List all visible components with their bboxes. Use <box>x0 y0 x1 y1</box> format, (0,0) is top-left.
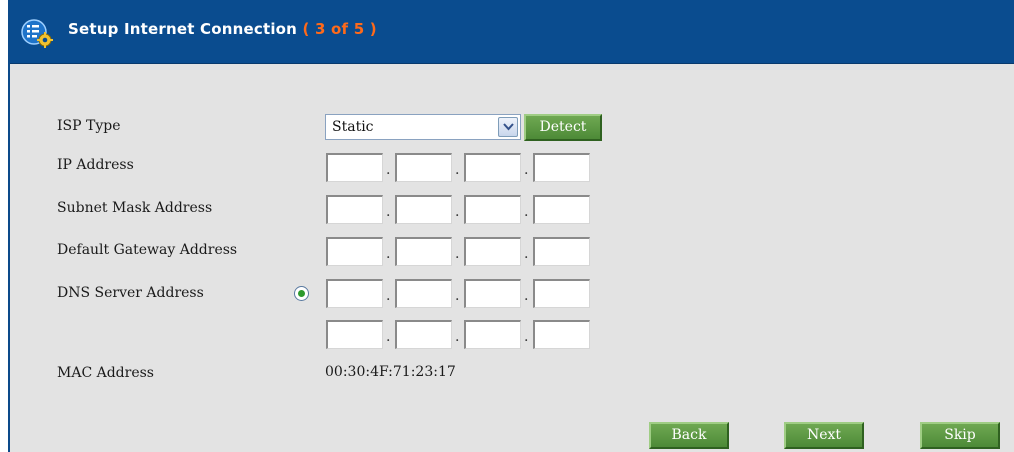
subnet-mask-octet-2[interactable] <box>395 195 452 224</box>
dns-primary-octet-4[interactable] <box>533 279 590 308</box>
octet-separator: . <box>386 204 391 220</box>
ip-address-octet-2[interactable] <box>395 153 452 182</box>
mac-address-label: MAC Address <box>57 365 154 381</box>
octet-separator: . <box>524 288 529 304</box>
subnet-mask-octet-4[interactable] <box>533 195 590 224</box>
octet-separator: . <box>524 204 529 220</box>
dns-secondary-octet-1[interactable] <box>326 320 383 349</box>
dns-manual-radio[interactable] <box>294 286 309 301</box>
dns-primary-octet-3[interactable] <box>464 279 521 308</box>
dns-secondary-octet-2[interactable] <box>395 320 452 349</box>
ip-address-octet-3[interactable] <box>464 153 521 182</box>
octet-separator: . <box>455 288 460 304</box>
octet-separator: . <box>386 246 391 262</box>
setup-wizard: Setup Internet Connection ( 3 of 5 ) ISP… <box>8 0 1014 452</box>
subnet-mask-label: Subnet Mask Address <box>57 200 213 216</box>
octet-separator: . <box>455 162 460 178</box>
dns-server-label: DNS Server Address <box>57 285 204 301</box>
dns-primary-octet-2[interactable] <box>395 279 452 308</box>
octet-separator: . <box>455 329 460 345</box>
wizard-header: Setup Internet Connection ( 3 of 5 ) <box>10 0 1014 64</box>
octet-separator: . <box>386 162 391 178</box>
octet-separator: . <box>455 246 460 262</box>
isp-type-selected-value: Static <box>332 119 374 135</box>
dns-secondary-octet-3[interactable] <box>464 320 521 349</box>
default-gateway-octet-4[interactable] <box>533 237 590 266</box>
isp-type-label: ISP Type <box>57 118 121 134</box>
ip-address-label: IP Address <box>57 157 134 173</box>
default-gateway-octet-1[interactable] <box>326 237 383 266</box>
wizard-title-text: Setup Internet Connection <box>68 20 298 38</box>
back-button[interactable]: Back <box>649 422 729 449</box>
next-button[interactable]: Next <box>784 422 864 449</box>
octet-separator: . <box>524 162 529 178</box>
wizard-step-indicator: ( 3 of 5 ) <box>302 20 377 38</box>
mac-address-value: 00:30:4F:71:23:17 <box>325 364 456 380</box>
octet-separator: . <box>386 329 391 345</box>
dns-secondary-octet-4[interactable] <box>533 320 590 349</box>
subnet-mask-octet-3[interactable] <box>464 195 521 224</box>
network-settings-icon <box>20 19 53 48</box>
chevron-down-icon[interactable] <box>498 117 518 137</box>
dns-primary-octet-1[interactable] <box>326 279 383 308</box>
default-gateway-label: Default Gateway Address <box>57 242 238 258</box>
octet-separator: . <box>524 329 529 345</box>
octet-separator: . <box>524 246 529 262</box>
ip-address-octet-1[interactable] <box>326 153 383 182</box>
wizard-title: Setup Internet Connection ( 3 of 5 ) <box>68 20 377 38</box>
default-gateway-octet-2[interactable] <box>395 237 452 266</box>
subnet-mask-octet-1[interactable] <box>326 195 383 224</box>
octet-separator: . <box>386 288 391 304</box>
octet-separator: . <box>455 204 460 220</box>
default-gateway-octet-3[interactable] <box>464 237 521 266</box>
ip-address-octet-4[interactable] <box>533 153 590 182</box>
detect-button[interactable]: Detect <box>524 114 602 141</box>
isp-type-select[interactable]: Static <box>325 114 521 140</box>
skip-button[interactable]: Skip <box>920 422 1000 449</box>
radio-selected-dot <box>298 290 305 297</box>
